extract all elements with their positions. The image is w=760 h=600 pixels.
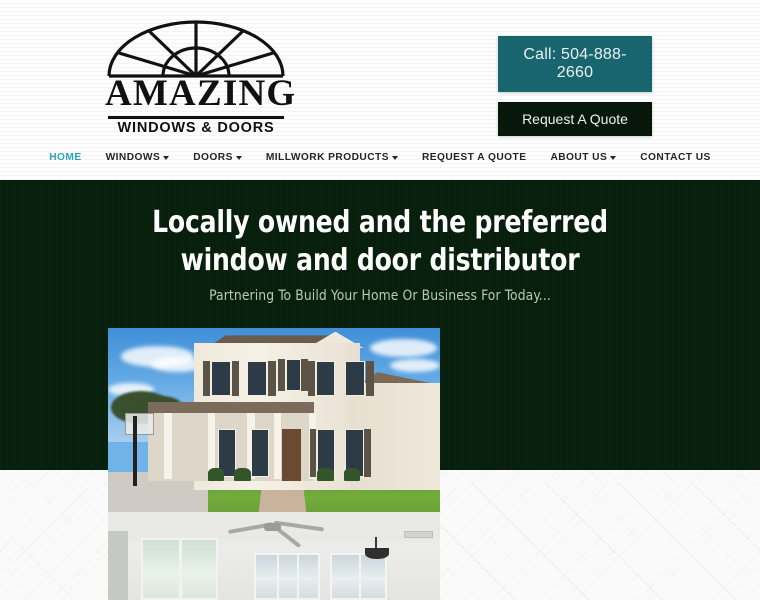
photo-porch-roof — [147, 401, 314, 413]
photo-shutter — [277, 359, 285, 391]
photo-sliding-door — [141, 538, 218, 600]
site-logo[interactable]: AMAZING WINDOWS & DOORS — [105, 20, 297, 136]
photo-window-mullion — [358, 555, 361, 598]
main-navigation: HOME WINDOWS DOORS MILLWORK PRODUCTS REQUEST… — [0, 142, 760, 172]
photo-shutter — [364, 429, 371, 478]
nav-item-about-us[interactable]: ABOUT US — [538, 152, 628, 163]
photo-shutter — [366, 361, 374, 397]
hero-subtitle: Partnering To Build Your Home Or Busines… — [209, 288, 551, 304]
nav-item-label: ABOUT US — [550, 151, 608, 163]
nav-item-label: CONTACT US — [640, 151, 711, 163]
photo-shrub — [234, 467, 251, 481]
logo-wordmark: AMAZING — [105, 73, 297, 114]
photo-shutter — [231, 361, 240, 397]
photo-window — [330, 553, 387, 600]
photo-pendant-rod — [375, 536, 378, 549]
photo-window-mullion — [276, 555, 279, 598]
nav-item-label: HOME — [49, 151, 82, 163]
logo-tagline: WINDOWS & DOORS — [117, 120, 275, 136]
photo-shutter — [309, 429, 317, 478]
photo-door-mullion — [179, 540, 183, 598]
chevron-down-icon — [610, 155, 617, 160]
request-quote-button[interactable]: Request A Quote — [498, 102, 652, 136]
chevron-down-icon — [391, 155, 398, 160]
nav-item-label: MILLWORK PRODUCTS — [265, 151, 389, 163]
photo-hoop-pole — [132, 416, 137, 487]
call-button[interactable]: Call: 504-888-2660 — [498, 36, 652, 92]
nav-item-doors[interactable]: DOORS — [181, 152, 254, 163]
photo-window — [250, 429, 269, 478]
photo-column — [164, 412, 172, 479]
chevron-down-icon — [163, 155, 170, 160]
nav-item-label: REQUEST A QUOTE — [421, 151, 527, 163]
logo-divider — [108, 116, 284, 119]
interior-room-photo[interactable] — [108, 512, 440, 600]
nav-item-label: WINDOWS — [105, 151, 161, 163]
photo-window — [345, 361, 366, 397]
photo-window — [254, 553, 321, 600]
photo-basketball-hoop — [124, 412, 155, 435]
photo-shutter — [268, 361, 276, 397]
nav-item-millwork-products[interactable]: MILLWORK PRODUCTS — [254, 152, 410, 163]
chevron-down-icon — [235, 155, 242, 160]
nav-item-request-a-quote[interactable]: REQUEST A QUOTE — [410, 152, 538, 163]
hero-heading-line-1: Locally owned and the preferred — [152, 205, 608, 240]
nav-item-contact-us[interactable]: CONTACT US — [628, 152, 723, 163]
nav-item-windows[interactable]: WINDOWS — [94, 152, 182, 163]
photo-shutter — [307, 361, 316, 397]
photo-window — [285, 359, 301, 391]
header-cta-group: Call: 504-888-2660 Request A Quote — [498, 36, 652, 136]
site-header: AMAZING WINDOWS & DOORS Call: 504-888-26… — [0, 0, 760, 180]
exterior-house-photo[interactable] — [108, 328, 440, 512]
photo-pendant-light — [365, 548, 389, 559]
hero-heading-line-2: window and door distributor — [180, 243, 580, 278]
photo-front-door — [282, 429, 301, 481]
photo-ceiling-fan — [264, 523, 281, 532]
photo-shutter — [202, 361, 210, 397]
photo-window — [210, 361, 231, 397]
photo-window — [247, 361, 268, 397]
photo-shrub — [207, 467, 225, 481]
hero-heading: Locally owned and the preferred window a… — [27, 204, 734, 280]
fan-arch-window-icon — [107, 20, 285, 78]
nav-item-home[interactable]: HOME — [37, 152, 93, 163]
photo-shutter — [301, 359, 308, 391]
photo-window-mullion — [297, 555, 300, 598]
photo-column — [274, 412, 282, 479]
photo-window — [315, 361, 336, 397]
photo-vent — [403, 531, 434, 538]
photo-shrub — [343, 467, 361, 481]
photo-door-frame — [108, 531, 128, 600]
nav-item-label: DOORS — [193, 151, 233, 163]
photo-shrub — [317, 467, 334, 481]
